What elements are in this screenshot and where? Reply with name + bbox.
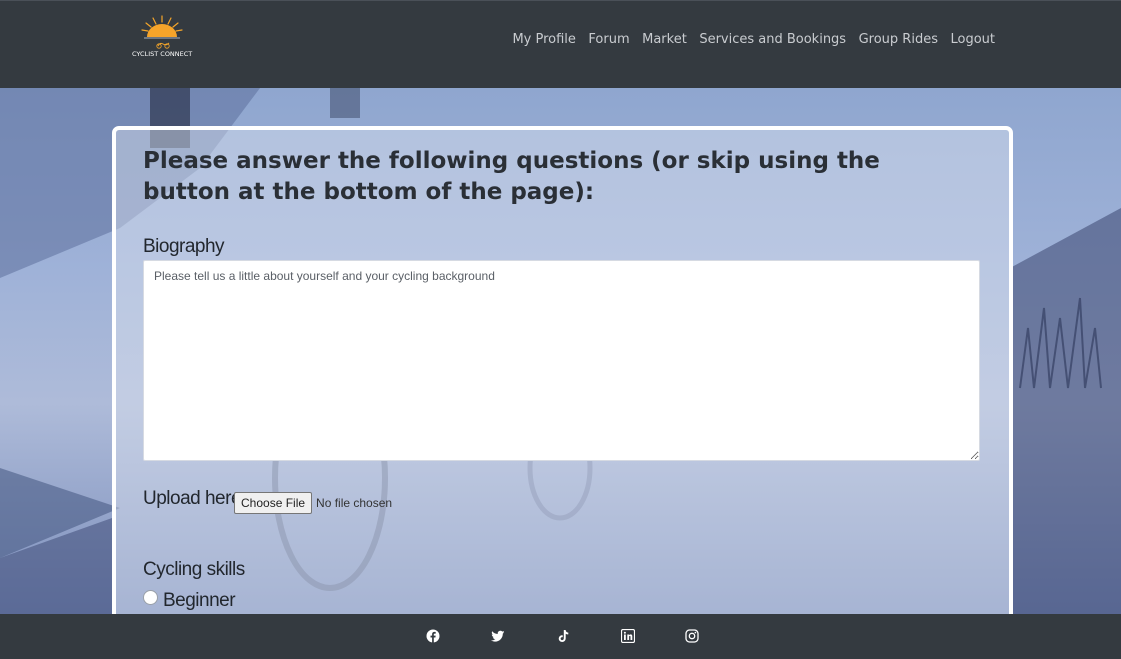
site-logo[interactable]: CYCLIST CONNECT xyxy=(132,13,192,63)
questions-card: Please answer the following questions (o… xyxy=(112,126,1013,646)
linkedin-icon[interactable] xyxy=(621,629,635,643)
beginner-radio[interactable] xyxy=(143,590,158,605)
page-title: Please answer the following questions (o… xyxy=(143,148,880,205)
upload-label: Upload here: xyxy=(143,488,246,509)
nav-forum[interactable]: Forum xyxy=(588,32,629,47)
site-footer xyxy=(0,614,1121,659)
nav-group-rides[interactable]: Group Rides xyxy=(859,32,938,47)
nav-my-profile[interactable]: My Profile xyxy=(512,32,575,47)
biography-textarea[interactable] xyxy=(143,260,980,461)
beginner-radio-label: Beginner xyxy=(163,590,236,611)
skill-option-beginner[interactable]: Beginner xyxy=(143,588,236,612)
sun-logo-icon xyxy=(141,15,183,49)
nav-services-and-bookings[interactable]: Services and Bookings xyxy=(699,32,846,47)
file-input: Choose File No file chosen xyxy=(234,492,392,514)
logo-text: CYCLIST CONNECT xyxy=(132,50,193,58)
tiktok-icon[interactable] xyxy=(556,629,570,643)
nav-logout[interactable]: Logout xyxy=(950,32,995,47)
facebook-icon[interactable] xyxy=(426,629,440,643)
twitter-icon[interactable] xyxy=(491,629,505,643)
main-nav: My Profile Forum Market Services and Boo… xyxy=(512,32,995,47)
choose-file-button[interactable]: Choose File xyxy=(234,492,313,514)
file-status-text: No file chosen xyxy=(316,496,393,510)
cycling-skills-label: Cycling skills xyxy=(143,559,245,580)
nav-market[interactable]: Market xyxy=(642,32,687,47)
instagram-icon[interactable] xyxy=(685,629,699,643)
biography-label: Biography xyxy=(143,236,225,257)
site-header: CYCLIST CONNECT My Profile Forum Market … xyxy=(0,0,1121,88)
